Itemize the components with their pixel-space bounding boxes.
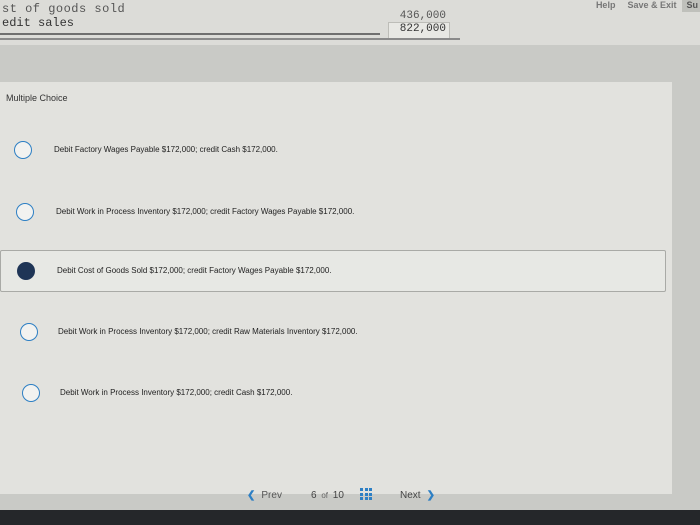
screen-bezel <box>0 510 700 525</box>
answer-option-selected[interactable]: Debit Cost of Goods Sold $172,000; credi… <box>0 250 666 292</box>
submit-button[interactable]: Su <box>682 0 700 12</box>
total-pages: 10 <box>332 490 344 501</box>
table-amount: 822,000 <box>399 23 446 35</box>
answer-option[interactable]: Debit Work in Process Inventory $172,000… <box>0 373 664 413</box>
next-label: Next <box>400 490 421 501</box>
answer-option-label: Debit Work in Process Inventory $172,000… <box>58 327 358 336</box>
grid-icon[interactable] <box>360 488 372 500</box>
answer-option-label: Debit Work in Process Inventory $172,000… <box>56 207 355 216</box>
radio-button[interactable] <box>22 384 40 402</box>
page-indicator[interactable]: 6 of 10 <box>311 490 344 501</box>
radio-button[interactable] <box>14 141 32 159</box>
header-actions: Help Save & Exit Su <box>590 0 700 12</box>
of-label: of <box>321 491 329 500</box>
divider <box>0 33 380 35</box>
prev-label: Prev <box>261 490 282 501</box>
current-page: 6 <box>311 490 317 501</box>
question-navigation: ❮ Prev 6 of 10 Next ❯ <box>0 480 700 510</box>
radio-button[interactable] <box>16 203 34 221</box>
next-button[interactable]: Next ❯ <box>400 490 435 501</box>
table-amount: 436,000 <box>399 10 446 22</box>
radio-button[interactable] <box>20 323 38 341</box>
divider <box>0 38 460 40</box>
answer-option-label: Debit Factory Wages Payable $172,000; cr… <box>54 145 278 154</box>
answer-option[interactable]: Debit Work in Process Inventory $172,000… <box>0 312 664 352</box>
question-type-label: Multiple Choice <box>6 93 68 103</box>
chevron-left-icon: ❮ <box>247 490 256 501</box>
table-row-label: edit sales <box>2 16 75 30</box>
answer-option[interactable]: Debit Work in Process Inventory $172,000… <box>0 192 664 232</box>
save-exit-button[interactable]: Save & Exit <box>621 0 682 12</box>
prev-button[interactable]: ❮ Prev <box>247 490 282 501</box>
chevron-right-icon: ❯ <box>426 490 435 501</box>
answer-option-label: Debit Work in Process Inventory $172,000… <box>60 388 293 397</box>
answer-option-label: Debit Cost of Goods Sold $172,000; credi… <box>57 266 332 275</box>
answer-option[interactable]: Debit Factory Wages Payable $172,000; cr… <box>0 130 664 170</box>
radio-button-checked[interactable] <box>17 262 35 280</box>
table-row-label: st of goods sold <box>2 2 126 16</box>
help-button[interactable]: Help <box>590 0 622 12</box>
